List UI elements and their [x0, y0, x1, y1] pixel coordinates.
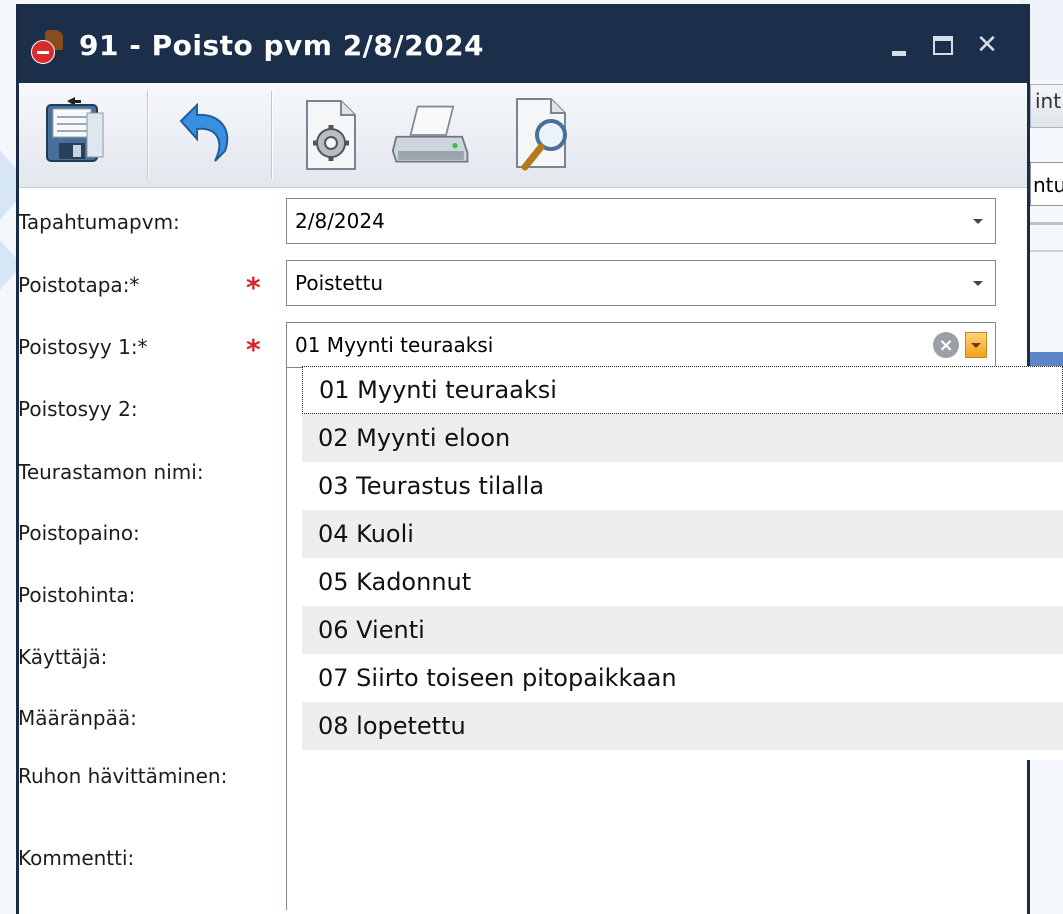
- required-star-icon: *: [246, 333, 261, 366]
- toolbar-separator: [147, 91, 148, 179]
- cow-removal-icon: [31, 28, 65, 64]
- minimize-icon: [892, 50, 906, 56]
- ruhon-label: Ruhon hävittäminen:: [18, 764, 228, 788]
- dropdown-option[interactable]: 05 Kadonnut: [302, 558, 1063, 606]
- dropdown-option[interactable]: 02 Myynti eloon: [302, 414, 1063, 462]
- poistotapa-field[interactable]: Poistettu: [286, 260, 996, 306]
- kayttaja-label: Käyttäjä:: [18, 645, 108, 669]
- maximize-icon: [933, 35, 953, 55]
- tapahtumapvm-field[interactable]: 2/8/2024: [286, 198, 996, 244]
- field-border: [286, 364, 287, 910]
- save-icon[interactable]: [37, 95, 117, 175]
- poistotapa-value: Poistettu: [295, 271, 384, 295]
- close-button[interactable]: ✕: [965, 25, 1009, 65]
- chevron-down-icon: [971, 342, 981, 348]
- poistosyy1-dropdown-list: 01 Myynti teuraaksi 02 Myynti eloon 03 T…: [302, 366, 1063, 760]
- chevron-down-icon: [973, 218, 983, 224]
- close-icon: ✕: [976, 30, 998, 60]
- dropdown-option[interactable]: 03 Teurastus tilalla: [302, 462, 1063, 510]
- undo-icon[interactable]: [167, 95, 247, 175]
- poistopaino-label: Poistopaino:: [18, 521, 140, 545]
- settings-document-icon[interactable]: [293, 95, 373, 175]
- dropdown-option[interactable]: 01 Myynti teuraaksi: [302, 366, 1063, 414]
- poistohinta-label: Poistohinta:: [18, 583, 136, 607]
- poistotapa-dropdown-button[interactable]: [961, 261, 995, 305]
- poistotapa-label: Poistotapa:*: [18, 273, 140, 297]
- kommentti-label: Kommentti:: [18, 846, 135, 870]
- preview-icon[interactable]: [503, 95, 583, 175]
- minimize-button[interactable]: [877, 25, 921, 65]
- tapahtumapvm-label: Tapahtumapvm:: [18, 210, 180, 234]
- maaranpaa-label: Määränpää:: [18, 706, 137, 730]
- background-field[interactable]: ntu: [1030, 162, 1063, 206]
- poistosyy1-dropdown-button[interactable]: [965, 332, 987, 358]
- dropdown-option[interactable]: 08 lopetettu: [302, 702, 1063, 750]
- teurastamo-label: Teurastamon nimi:: [18, 460, 204, 484]
- background-divider: [1030, 250, 1063, 252]
- poistosyy1-label: Poistosyy 1:*: [18, 335, 148, 359]
- dropdown-option[interactable]: 07 Siirto toiseen pitopaikkaan: [302, 654, 1063, 702]
- tapahtumapvm-dropdown-button[interactable]: [961, 199, 995, 243]
- window-title: 91 - Poisto pvm 2/8/2024: [79, 28, 485, 62]
- poistosyy1-value: 01 Myynti teuraaksi: [295, 333, 494, 357]
- chevron-down-icon: [973, 280, 983, 286]
- maximize-button[interactable]: [921, 25, 965, 65]
- background-tab[interactable]: int: [1030, 84, 1063, 128]
- tapahtumapvm-value: 2/8/2024: [295, 209, 385, 233]
- print-icon[interactable]: [391, 95, 471, 175]
- clear-icon[interactable]: ×: [933, 332, 959, 358]
- poistosyy1-field[interactable]: 01 Myynti teuraaksi ×: [286, 322, 996, 368]
- background-divider: [1030, 222, 1063, 225]
- title-bar[interactable]: 91 - Poisto pvm 2/8/2024 ✕: [19, 7, 1027, 83]
- poistosyy2-label: Poistosyy 2:: [18, 397, 138, 421]
- toolbar: [19, 83, 1027, 188]
- dropdown-option[interactable]: 04 Kuoli: [302, 510, 1063, 558]
- dropdown-option[interactable]: 06 Vienti: [302, 606, 1063, 654]
- toolbar-separator: [271, 91, 272, 179]
- required-star-icon: *: [246, 271, 261, 304]
